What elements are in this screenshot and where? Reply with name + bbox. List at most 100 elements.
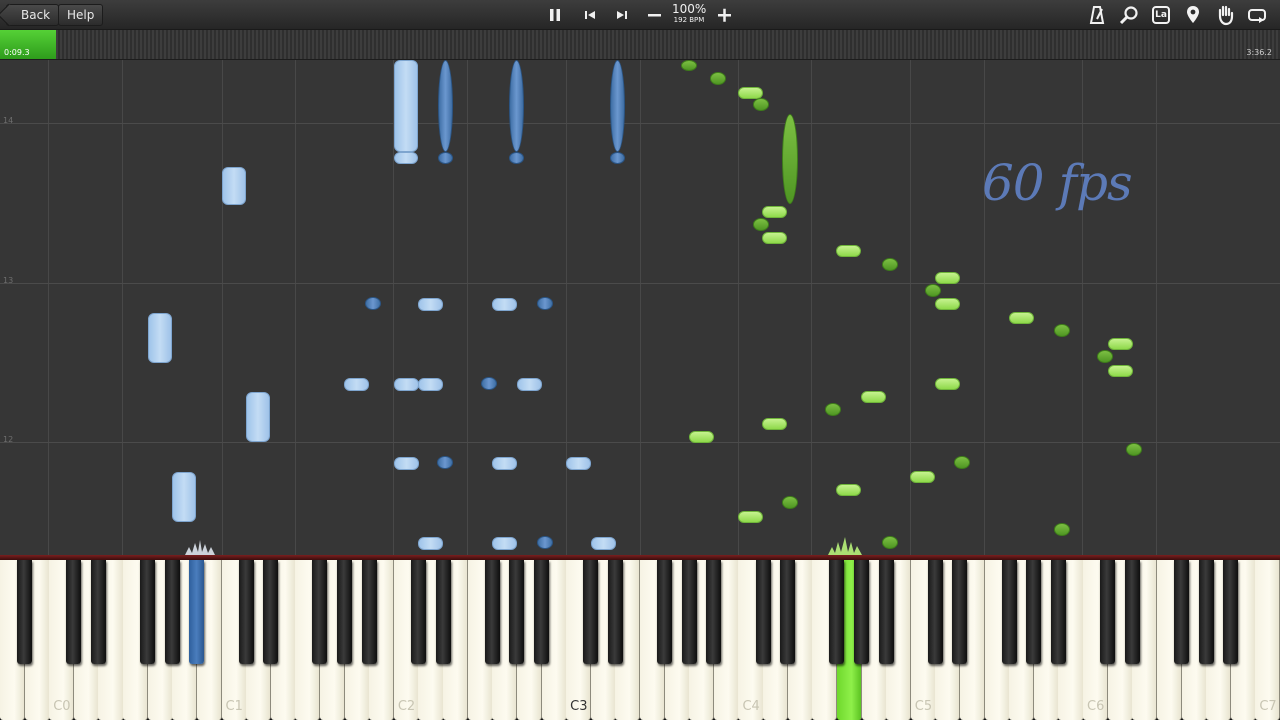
metronome-icon: [1089, 6, 1105, 24]
black-key[interactable]: [238, 560, 254, 664]
left-hand-note: [418, 298, 443, 311]
left-hand-note: [394, 378, 419, 391]
octave-label: C2: [397, 699, 416, 714]
right-hand-key-glow: [828, 537, 862, 555]
slower-button[interactable]: [643, 3, 667, 27]
left-hand-note: [492, 298, 517, 311]
black-key[interactable]: [337, 560, 353, 664]
black-key[interactable]: [164, 560, 180, 664]
black-key[interactable]: [312, 560, 328, 664]
left-hand-note: [394, 152, 418, 164]
black-key[interactable]: [829, 560, 845, 664]
timeline-scrubber[interactable]: 0:09.3 3:36.2: [0, 30, 1280, 60]
left-hand-note: [610, 60, 625, 152]
black-key[interactable]: [1223, 560, 1239, 664]
white-key[interactable]: [1255, 560, 1280, 720]
octave-label: C4: [742, 699, 760, 714]
right-hand-note: [1054, 523, 1070, 536]
black-key[interactable]: [780, 560, 796, 664]
faster-button[interactable]: [712, 3, 736, 27]
location-pin-icon: [1187, 6, 1199, 23]
right-hand-note: [762, 232, 787, 244]
black-key[interactable]: [706, 560, 722, 664]
black-key[interactable]: [657, 560, 673, 664]
black-key[interactable]: [90, 560, 106, 664]
right-hand-note: [1126, 443, 1142, 456]
right-hand-note: [935, 298, 960, 310]
black-key[interactable]: [1124, 560, 1140, 664]
right-hand-note: [825, 403, 841, 416]
left-hand-note: [246, 392, 270, 442]
pause-button[interactable]: [543, 3, 567, 27]
black-key[interactable]: [952, 560, 968, 664]
black-key[interactable]: [484, 560, 500, 664]
left-hand-note: [537, 297, 553, 310]
hands-button[interactable]: [1214, 4, 1236, 26]
black-key[interactable]: [1026, 560, 1042, 664]
minus-icon: [648, 14, 661, 17]
back-button[interactable]: Back: [6, 4, 60, 26]
octave-label: C7: [1259, 699, 1277, 714]
note-roll: 14 13 12 60 fps: [0, 60, 1280, 555]
black-key[interactable]: [854, 560, 870, 664]
black-key[interactable]: [66, 560, 82, 664]
tempo-bpm: 192 BPM: [673, 16, 705, 24]
bookmark-button[interactable]: [1182, 4, 1204, 26]
black-key[interactable]: [263, 560, 279, 664]
key-guide-line: [738, 60, 739, 555]
black-key[interactable]: [410, 560, 426, 664]
right-hand-note: [935, 378, 960, 390]
black-key[interactable]: [189, 560, 205, 664]
black-key[interactable]: [583, 560, 599, 664]
help-button[interactable]: Help: [58, 4, 104, 26]
label-icon: La: [1155, 10, 1167, 20]
black-key[interactable]: [435, 560, 451, 664]
metronome-button[interactable]: [1086, 4, 1108, 26]
note-labels-button[interactable]: La: [1152, 6, 1170, 24]
right-hand-note: [689, 431, 714, 443]
right-hand-note: [861, 391, 886, 403]
skip-back-button[interactable]: [578, 3, 602, 27]
right-hand-note: [935, 272, 960, 284]
left-hand-note: [566, 457, 591, 470]
black-key[interactable]: [534, 560, 550, 664]
toolbar: Back Help 100% 192 BPM La: [0, 0, 1280, 30]
right-hand-note: [753, 98, 769, 111]
black-key[interactable]: [509, 560, 525, 664]
search-icon: [1119, 6, 1138, 25]
right-hand-note: [882, 258, 898, 271]
black-key[interactable]: [755, 560, 771, 664]
right-hand-note: [1108, 365, 1133, 377]
black-key[interactable]: [927, 560, 943, 664]
black-key[interactable]: [1100, 560, 1116, 664]
measure-line: [0, 283, 1280, 284]
black-key[interactable]: [1050, 560, 1066, 664]
black-key[interactable]: [681, 560, 697, 664]
skip-forward-icon: [617, 11, 627, 19]
left-hand-note: [394, 457, 419, 470]
pause-icon: [550, 9, 560, 21]
plus-icon: [718, 8, 731, 22]
loop-button[interactable]: [1246, 4, 1268, 26]
piano-keyboard: C0 C1 C2 C3 C4 C5 C6 C7: [0, 560, 1280, 720]
black-key[interactable]: [17, 560, 33, 664]
right-hand-note: [681, 60, 697, 71]
black-key[interactable]: [607, 560, 623, 664]
speed-percent: 100%: [672, 2, 707, 16]
black-key[interactable]: [878, 560, 894, 664]
zoom-button[interactable]: [1118, 4, 1140, 26]
key-guide-line: [1082, 60, 1083, 555]
key-guide-line: [222, 60, 223, 555]
black-key[interactable]: [1174, 560, 1190, 664]
skip-forward-button[interactable]: [610, 3, 634, 27]
black-key[interactable]: [1198, 560, 1214, 664]
right-hand-note: [1009, 312, 1034, 324]
measure-line: [0, 442, 1280, 443]
black-key[interactable]: [1001, 560, 1017, 664]
black-key[interactable]: [361, 560, 377, 664]
black-key[interactable]: [140, 560, 156, 664]
key-guide-line: [48, 60, 49, 555]
right-hand-note: [836, 245, 861, 257]
speed-display: 100% 192 BPM: [672, 3, 706, 25]
loop-icon: [1248, 9, 1266, 23]
